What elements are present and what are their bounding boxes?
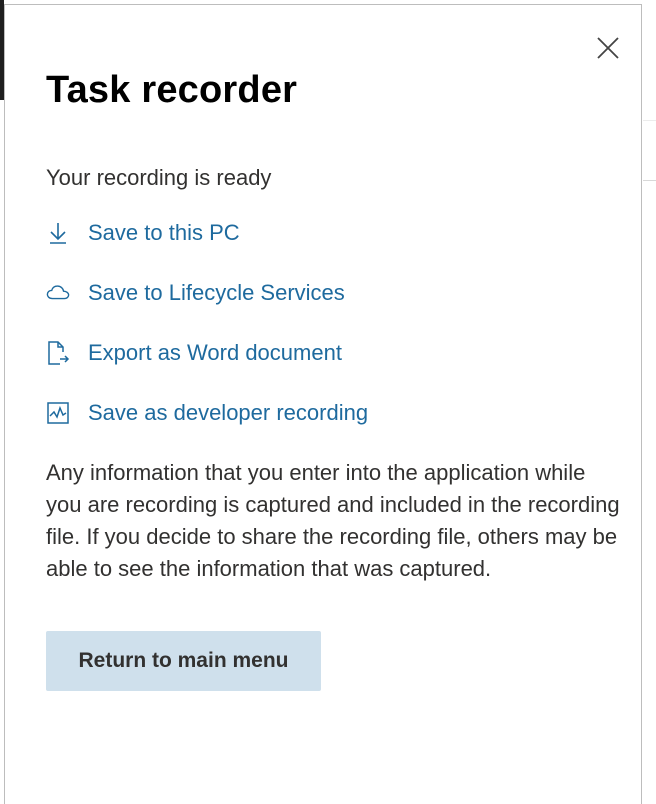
save-developer-recording-link[interactable]: Save as developer recording [46, 397, 368, 429]
save-to-lifecycle-services-label: Save to Lifecycle Services [88, 280, 345, 305]
save-to-lifecycle-services-link[interactable]: Save to Lifecycle Services [46, 277, 345, 309]
close-icon [597, 37, 619, 59]
background-divider [643, 180, 656, 181]
export-word-document-label: Export as Word document [88, 340, 342, 365]
export-word-document-link[interactable]: Export as Word document [46, 337, 342, 369]
developer-recording-icon [46, 401, 70, 425]
close-button[interactable] [593, 33, 623, 63]
background-divider [643, 120, 656, 121]
save-to-pc-link[interactable]: Save to this PC [46, 217, 240, 249]
download-icon [46, 221, 70, 245]
privacy-info-text: Any information that you enter into the … [46, 460, 620, 581]
cloud-icon [46, 281, 70, 305]
recording-status: Your recording is ready [46, 165, 272, 190]
save-developer-recording-label: Save as developer recording [88, 400, 369, 425]
export-document-icon [46, 341, 70, 365]
page-title: Task recorder [46, 69, 298, 111]
task-recorder-panel: Task recorder Your recording is ready Sa… [4, 4, 642, 804]
return-to-main-menu-button[interactable]: Return to main menu [46, 631, 321, 691]
save-to-pc-label: Save to this PC [88, 220, 240, 245]
